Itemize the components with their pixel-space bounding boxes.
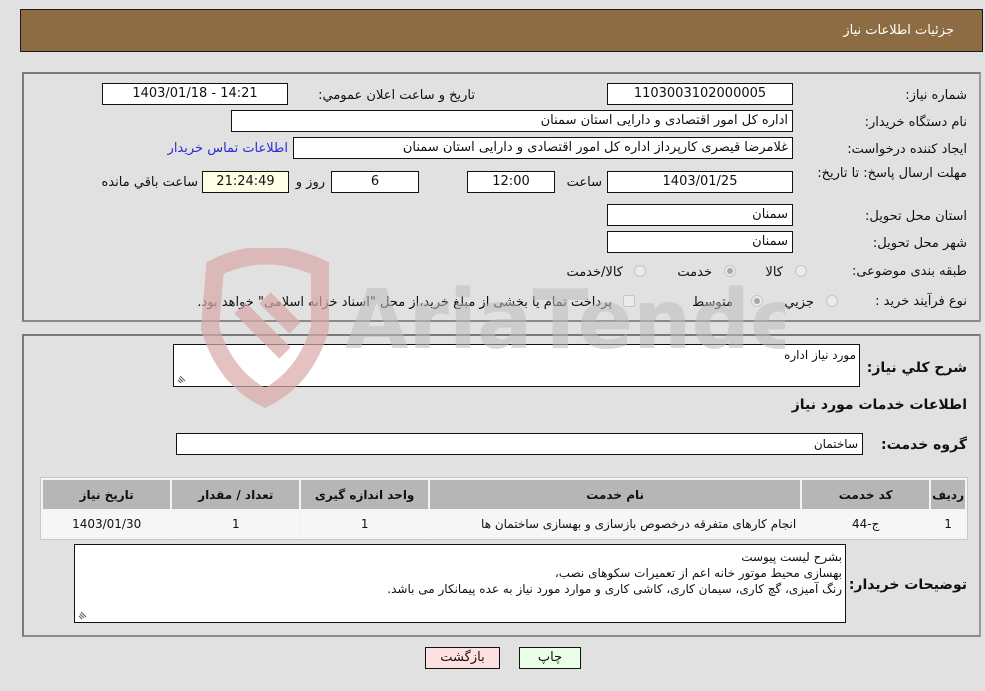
deadline-time-field[interactable]: 12:00 — [467, 171, 555, 193]
category-radio-goods[interactable] — [795, 265, 807, 277]
need-number-label: شماره نیاز: — [905, 88, 967, 103]
print-button[interactable]: چاپ — [519, 647, 581, 669]
deadline-label: مهلت ارسال پاسخ: تا تاریخ: — [817, 166, 967, 181]
delivery-city-label: شهر محل تحویل: — [872, 236, 967, 251]
category-option-goods: کالا — [765, 265, 783, 280]
buyer-contact-link[interactable]: اطلاعات تماس خریدار — [168, 141, 288, 156]
purchase-type-label: نوع فرآیند خرید : — [875, 294, 967, 309]
need-number-field[interactable]: 1103003102000005 — [607, 83, 793, 105]
treasury-checkbox[interactable] — [623, 295, 635, 307]
purchase-type-radio-medium[interactable] — [751, 295, 763, 307]
delivery-province-label: استان محل تحویل: — [865, 209, 967, 224]
requester-label: ایجاد کننده درخواست: — [847, 142, 967, 157]
summary-textarea[interactable]: مورد نیاز اداره — [173, 344, 860, 387]
cell-quantity: 1 — [172, 511, 300, 537]
remaining-days-field: 6 — [331, 171, 419, 193]
buyer-notes-line: بشرح لیست پیوست — [741, 550, 842, 564]
announce-datetime-label: تاريخ و ساعت اعلان عمومي: — [318, 88, 475, 103]
treasury-note: پرداخت تمام یا بخشی از مبلغ خرید،از محل … — [197, 295, 612, 310]
service-group-field[interactable]: ساختمان — [176, 433, 863, 455]
category-option-goods-service: کالا/خدمت — [566, 265, 623, 280]
purchase-type-radio-minor[interactable] — [826, 295, 838, 307]
deadline-date-field[interactable]: 1403/01/25 — [607, 171, 793, 193]
col-row-number: ردیف — [931, 480, 965, 509]
services-heading: اطلاعات خدمات مورد نیاز — [791, 397, 967, 413]
requester-field[interactable]: غلامرضا قیصری کارپرداز اداره کل امور اقت… — [293, 137, 793, 159]
summary-text: مورد نیاز اداره — [784, 348, 856, 362]
buyer-notes-line: رنگ آمیزی، گچ کاری، سیمان کاری، کاشی کار… — [387, 582, 842, 596]
cell-need-date: 1403/01/30 — [43, 511, 171, 537]
deadline-time-label: ساعت — [566, 175, 602, 190]
category-radio-goods-service[interactable] — [634, 265, 646, 277]
buyer-notes-textarea[interactable]: بشرح لیست پیوست بهسازی محیط موتور خانه ا… — [74, 544, 846, 623]
category-option-service: خدمت — [677, 265, 712, 280]
cell-service-name: انجام کارهای متفرقه درخصوص بازسازی و بهس… — [430, 511, 801, 537]
services-table: ردیف کد خدمت نام خدمت واحد اندازه گیری ت… — [40, 477, 968, 540]
cell-unit: 1 — [301, 511, 429, 537]
cell-service-code: ج-44 — [802, 511, 930, 537]
summary-label: شرح کلي نياز: — [866, 360, 967, 376]
cell-row-number: 1 — [931, 511, 965, 537]
category-radio-service[interactable] — [724, 265, 736, 277]
purchase-type-option-medium: متوسط — [692, 295, 733, 310]
service-group-label: گروه خدمت: — [881, 437, 967, 453]
purchase-type-option-minor: جزيي — [784, 295, 814, 310]
buyer-org-label: نام دستگاه خریدار: — [864, 115, 967, 130]
days-label: روز و — [295, 175, 325, 190]
col-service-code: کد خدمت — [802, 480, 930, 509]
page-header: جزئیات اطلاعات نیاز — [20, 9, 983, 52]
table-row: 1 ج-44 انجام کارهای متفرقه درخصوص بازساز… — [43, 511, 965, 537]
remaining-time-label: ساعت باقي مانده — [101, 175, 198, 190]
col-unit: واحد اندازه گیری — [301, 480, 429, 509]
delivery-city-field[interactable]: سمنان — [607, 231, 793, 253]
col-service-name: نام خدمت — [430, 480, 801, 509]
back-button[interactable]: بازگشت — [425, 647, 500, 669]
buyer-notes-label: توضیحات خریدار: — [848, 577, 967, 593]
resize-grip-icon[interactable] — [78, 610, 88, 620]
category-label: طبقه بندی موضوعی: — [851, 264, 967, 279]
col-quantity: تعداد / مقدار — [172, 480, 300, 509]
resize-grip-icon[interactable] — [177, 374, 187, 384]
delivery-province-field[interactable]: سمنان — [607, 204, 793, 226]
table-header-row: ردیف کد خدمت نام خدمت واحد اندازه گیری ت… — [43, 480, 965, 509]
announce-datetime-field[interactable]: 1403/01/18 - 14:21 — [102, 83, 288, 105]
col-need-date: تاریخ نیاز — [43, 480, 171, 509]
page-title: جزئیات اطلاعات نیاز — [843, 23, 954, 38]
buyer-org-field[interactable]: اداره کل امور اقتصادی و دارایی استان سمن… — [231, 110, 793, 132]
remaining-time-field: 21:24:49 — [202, 171, 289, 193]
buyer-notes-line: بهسازی محیط موتور خانه اعم از تعمیرات سک… — [554, 566, 842, 580]
